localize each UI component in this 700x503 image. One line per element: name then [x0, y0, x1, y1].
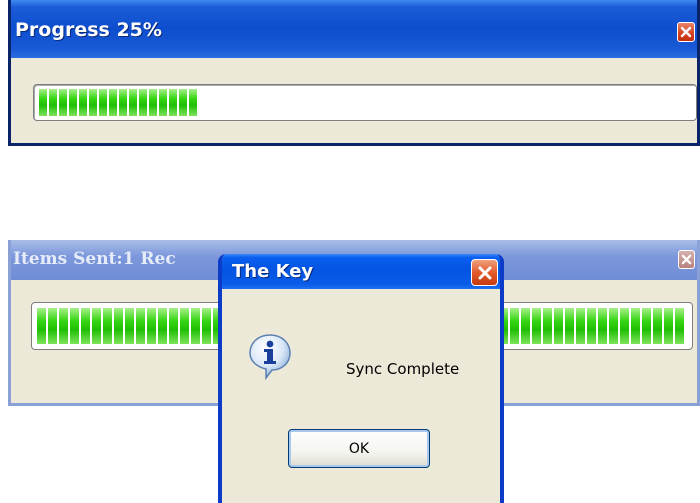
progress-segment [620, 308, 629, 344]
progress-segment [39, 89, 47, 116]
progress-window-titlebar[interactable]: Progress 25% [11, 0, 697, 58]
progress-segment [147, 308, 156, 344]
progress-segment [169, 308, 178, 344]
sync-window-title: Items Sent:1 Rec [13, 249, 176, 269]
progress-segment [675, 308, 684, 344]
progress-segment [70, 308, 79, 344]
close-icon [680, 26, 692, 38]
progress-segment [653, 308, 662, 344]
progress-segment [191, 308, 200, 344]
progress-window-title: Progress 25% [15, 19, 162, 41]
progress-segment [59, 308, 68, 344]
progress-segment [79, 89, 87, 116]
progress-segment [521, 308, 530, 344]
progress-segment [92, 308, 101, 344]
progress-segment [543, 308, 552, 344]
progress-segment [642, 308, 651, 344]
progress-segment [81, 308, 90, 344]
progress-segment [139, 89, 147, 116]
progress-segment [103, 308, 112, 344]
progress-segment [125, 308, 134, 344]
progress-segment [598, 308, 607, 344]
dialog-title: The Key [232, 261, 314, 282]
progress-segment [510, 308, 519, 344]
progress-segment [114, 308, 123, 344]
progress-bar-fill [39, 89, 197, 116]
dialog-titlebar[interactable]: The Key [222, 254, 500, 289]
close-icon [681, 254, 692, 265]
progress-segment [189, 89, 197, 116]
close-icon [478, 266, 492, 280]
ok-button[interactable]: OK [288, 429, 430, 468]
progress-segment [37, 308, 46, 344]
progress-segment [129, 89, 137, 116]
progress-window: Progress 25% [8, 0, 700, 146]
dialog-message: Sync Complete [346, 360, 460, 378]
dialog-close-button[interactable] [471, 259, 498, 286]
progress-segment [119, 89, 127, 116]
progress-segment [664, 308, 673, 344]
progress-segment [169, 89, 177, 116]
progress-segment [179, 89, 187, 116]
progress-segment [136, 308, 145, 344]
progress-segment [49, 89, 57, 116]
progress-segment [576, 308, 585, 344]
progress-segment [554, 308, 563, 344]
progress-bar [33, 84, 697, 121]
progress-segment [532, 308, 541, 344]
progress-segment [99, 89, 107, 116]
message-dialog: The Key Sync Complete OK [218, 254, 504, 503]
progress-segment [149, 89, 157, 116]
progress-segment [587, 308, 596, 344]
progress-segment [565, 308, 574, 344]
progress-segment [69, 89, 77, 116]
info-icon [249, 334, 291, 380]
progress-window-close-button[interactable] [677, 22, 695, 42]
sync-window-close-button[interactable] [678, 250, 695, 269]
progress-segment [59, 89, 67, 116]
progress-segment [631, 308, 640, 344]
progress-segment [48, 308, 57, 344]
progress-segment [180, 308, 189, 344]
progress-segment [109, 89, 117, 116]
progress-segment [609, 308, 618, 344]
progress-segment [202, 308, 211, 344]
progress-segment [158, 308, 167, 344]
progress-segment [159, 89, 167, 116]
progress-segment [89, 89, 97, 116]
